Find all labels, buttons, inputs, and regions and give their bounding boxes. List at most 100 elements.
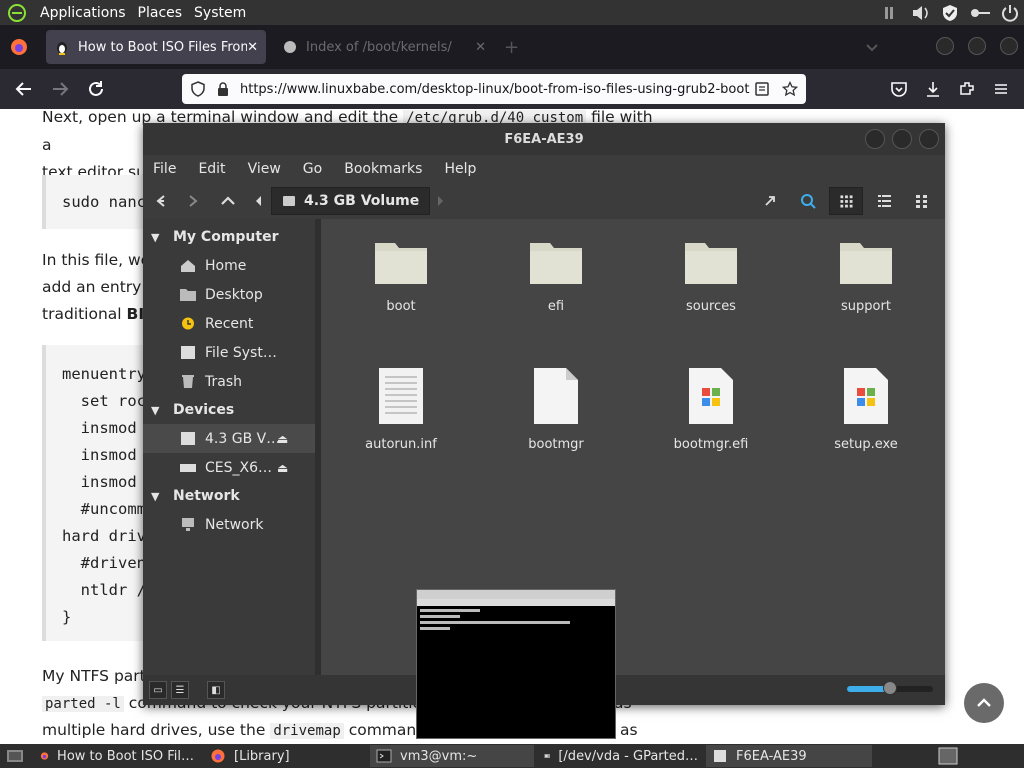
sidebar-item-network[interactable]: Network (143, 510, 315, 539)
back-icon[interactable] (143, 193, 177, 209)
drive-icon (181, 432, 195, 445)
filesystem-icon (181, 346, 195, 359)
reader-view-icon[interactable] (754, 81, 770, 97)
menu-help[interactable]: Help (444, 161, 476, 177)
window-titlebar[interactable]: F6EA-AE39 (143, 123, 945, 155)
show-desktop-icon[interactable] (6, 748, 24, 764)
system-menu[interactable]: System (188, 5, 252, 21)
maximize-button[interactable] (968, 37, 986, 55)
show-tree-icon[interactable]: ☰ (171, 681, 189, 699)
key-icon[interactable] (968, 3, 992, 23)
task-firefox[interactable]: How to Boot ISO Fil… (34, 745, 200, 767)
folder-icon (685, 243, 737, 284)
distro-logo-icon[interactable] (6, 2, 28, 24)
menu-view[interactable]: View (248, 161, 281, 177)
eject-icon[interactable]: ⏏ (277, 461, 288, 475)
up-icon[interactable] (211, 193, 245, 209)
file-item-bootmgr[interactable]: bootmgr (496, 367, 616, 452)
reload-icon[interactable] (86, 79, 106, 99)
file-item-efi[interactable]: efi (496, 237, 616, 314)
task-terminal[interactable]: vm3@vm:~ (370, 745, 534, 767)
terminal-preview-line (420, 609, 480, 612)
list-view-icon[interactable] (867, 187, 901, 215)
shield-icon[interactable] (940, 3, 960, 23)
settings-icon[interactable] (882, 3, 902, 23)
new-tab-button[interactable]: + (504, 37, 519, 58)
icon-view-icon[interactable] (829, 187, 863, 215)
close-button[interactable] (919, 129, 939, 149)
task-file-manager[interactable]: F6EA-AE39 (706, 745, 872, 767)
crumb-left-icon[interactable] (251, 193, 267, 209)
tab-list-chevron-icon[interactable] (865, 40, 879, 54)
places-menu[interactable]: Places (132, 5, 189, 21)
close-button[interactable] (1000, 37, 1018, 55)
expander-icon: ▼ (151, 230, 160, 244)
file-item-bootmgr-efi[interactable]: bootmgr.efi (651, 367, 771, 452)
workspace-switcher-icon[interactable] (938, 747, 958, 765)
file-item-sources[interactable]: sources (651, 237, 771, 314)
task-library[interactable]: [Library] (204, 745, 364, 767)
lock-icon[interactable] (216, 81, 230, 97)
gparted-icon (544, 754, 550, 758)
zoom-slider-knob[interactable] (883, 681, 897, 695)
show-places-icon[interactable]: ▭ (149, 681, 167, 699)
sidebar-item-ces[interactable]: CES_X6… ⏏ (143, 453, 315, 482)
sidebar-item-home[interactable]: Home (143, 251, 315, 280)
sidebar-item-recent[interactable]: Recent (143, 309, 315, 338)
compact-view-icon[interactable] (905, 187, 939, 215)
zoom-slider[interactable] (847, 681, 933, 695)
firefox-view-icon[interactable] (10, 38, 28, 56)
forward-icon[interactable] (177, 193, 211, 209)
file-item-autorun[interactable]: autorun.inf (341, 367, 461, 452)
crumb-right-icon[interactable] (434, 193, 448, 209)
toggle-location-icon[interactable] (753, 187, 787, 215)
scroll-to-top-button[interactable] (964, 683, 1004, 723)
power-icon[interactable] (1000, 3, 1020, 23)
task-label: F6EA-AE39 (736, 748, 807, 764)
pocket-icon[interactable] (890, 80, 908, 98)
bookmark-star-icon[interactable] (782, 81, 798, 97)
location-breadcrumb[interactable]: 4.3 GB Volume (271, 187, 431, 215)
file-item-support[interactable]: support (806, 237, 926, 314)
url-bar[interactable]: https://www.linuxbabe.com/desktop-linux/… (182, 74, 806, 104)
tab-linuxbabe[interactable]: How to Boot ISO Files From ✕ (46, 30, 266, 64)
forward-icon[interactable] (50, 79, 70, 99)
toolbar-right (890, 69, 1024, 109)
tab-close-icon[interactable]: ✕ (247, 40, 258, 55)
hamburger-menu-icon[interactable] (992, 80, 1010, 98)
applications-menu[interactable]: Applications (34, 5, 132, 21)
volume-icon[interactable] (910, 3, 932, 23)
menu-edit[interactable]: Edit (198, 161, 225, 177)
file-item-boot[interactable]: boot (341, 237, 461, 314)
tab-close-icon[interactable]: ✕ (475, 40, 486, 55)
menu-go[interactable]: Go (303, 161, 322, 177)
network-icon (182, 518, 194, 531)
search-icon[interactable] (791, 187, 825, 215)
sidebar-item-desktop[interactable]: Desktop (143, 280, 315, 309)
url-text[interactable]: https://www.linuxbabe.com/desktop-linux/… (240, 82, 754, 97)
minimize-button[interactable] (865, 129, 885, 149)
sidebar-section-my-computer[interactable]: ▼ My Computer (143, 223, 315, 251)
file-item-setup[interactable]: setup.exe (806, 367, 926, 452)
tab-index[interactable]: Index of /boot/kernels/ ✕ (274, 30, 494, 64)
menu-bookmarks[interactable]: Bookmarks (344, 161, 422, 177)
extensions-icon[interactable] (958, 80, 976, 98)
sidebar-item-volume[interactable]: 4.3 GB V… ⏏ (143, 424, 315, 453)
downloads-icon[interactable] (924, 80, 942, 98)
hide-sidebar-icon[interactable]: ◧ (207, 681, 225, 699)
sidebar-item-filesystem[interactable]: File Syst… (143, 338, 315, 367)
back-icon[interactable] (14, 79, 34, 99)
sidebar-item-trash[interactable]: Trash (143, 367, 315, 396)
terminal-preview[interactable] (416, 589, 616, 739)
maximize-button[interactable] (892, 129, 912, 149)
eject-icon[interactable]: ⏏ (277, 432, 288, 446)
sidebar-section-devices[interactable]: ▼ Devices (143, 396, 315, 424)
minimize-button[interactable] (936, 37, 954, 55)
text-file-icon (379, 368, 423, 424)
sidebar-section-network[interactable]: ▼ Network (143, 482, 315, 510)
tracking-shield-icon[interactable] (190, 81, 206, 97)
task-gparted[interactable]: [/dev/vda - GParted… (538, 745, 704, 767)
windows-executable-icon (844, 368, 888, 424)
menu-file[interactable]: File (153, 161, 176, 177)
task-label: [/dev/vda - GParted… (558, 748, 698, 764)
